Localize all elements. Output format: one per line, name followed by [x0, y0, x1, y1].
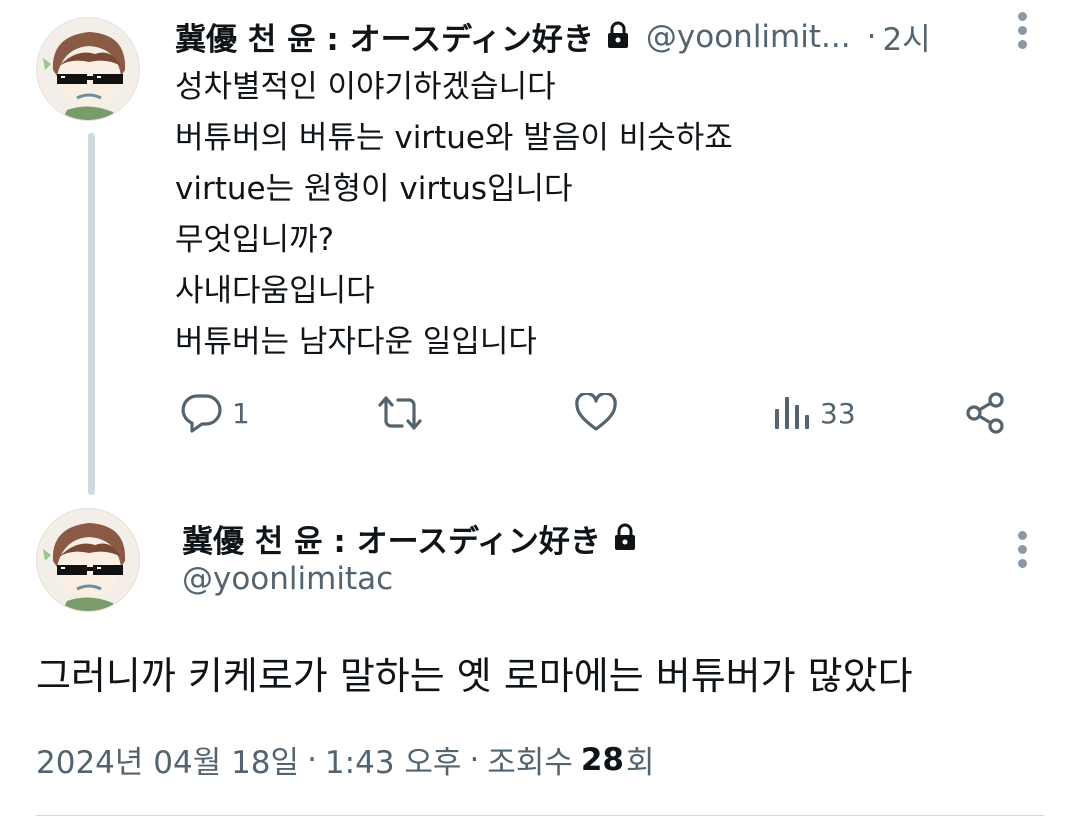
post2-header: 冀優 천 윤 : オースディン好き [182, 516, 637, 561]
handle[interactable]: @yoonlimit... [646, 19, 851, 55]
views-count: 33 [820, 396, 856, 430]
more-icon[interactable] [1018, 531, 1030, 573]
lock-icon [613, 523, 637, 555]
views-icon [775, 397, 809, 429]
separator-dot: · [307, 741, 317, 778]
post-line: 버튜버의 버튜는 virtue와 발음이 비슷하죠 [175, 120, 733, 156]
share-button[interactable] [964, 391, 1008, 435]
thread-line [88, 133, 95, 495]
views-label: 조회수 [487, 745, 573, 781]
post-line: 성차별적인 이야기하겠습니다 [175, 69, 556, 105]
reply-icon [181, 394, 222, 433]
display-name[interactable]: 冀優 천 윤 : オースディン好き [175, 14, 594, 59]
display-name[interactable]: 冀優 천 윤 : オースディン好き [182, 516, 601, 561]
separator-dot: · [866, 18, 877, 55]
post-line: 버튜버는 남자다운 일입니다 [175, 324, 537, 360]
handle[interactable]: @yoonlimitac [182, 561, 393, 597]
avatar[interactable] [36, 17, 140, 121]
reply-count: 1 [232, 396, 250, 430]
like-button[interactable] [574, 393, 626, 433]
post1-header: 冀優 천 윤 : オースディン好き @yoonlimit... · 2시 [175, 14, 931, 59]
views-count: 28 [580, 741, 624, 778]
avatar-image [37, 18, 139, 120]
more-icon[interactable] [1018, 12, 1030, 54]
reply-button[interactable]: 1 [180, 392, 250, 434]
post1-body: 성차별적인 이야기하겠습니다 버튜버의 버튜는 virtue와 발음이 비슷하죠… [175, 62, 733, 368]
post-line: virtue는 원형이 virtus입니다 [175, 171, 573, 207]
like-icon [575, 393, 617, 431]
avatar-image [37, 509, 139, 611]
post-line: 무엇입니까? [175, 222, 335, 258]
post2-meta: 2024년 04월 18일 · 1:43 오후 · 조회수 28 회 [36, 737, 655, 782]
divider [36, 815, 1044, 816]
post-date[interactable]: 2024년 04월 18일 [36, 737, 299, 782]
avatar[interactable] [36, 508, 140, 612]
repost-icon [378, 396, 422, 430]
share-icon [966, 392, 1004, 434]
separator-dot: · [469, 741, 480, 778]
post2-handle-row: @yoonlimitac [182, 561, 393, 597]
views-button[interactable]: 33 [772, 393, 856, 433]
lock-icon [606, 21, 630, 53]
post1-actions: 1 33 [0, 388, 1080, 438]
post-line: 사내다움입니다 [175, 273, 375, 309]
repost-button[interactable] [374, 393, 434, 433]
post-time[interactable]: 2시 [882, 14, 930, 59]
post2-text: 그러니까 키케로가 말하는 옛 로마에는 버튜버가 많았다 [36, 654, 913, 698]
post-time[interactable]: 1:43 오후 [325, 737, 462, 782]
views-suffix: 회 [626, 745, 655, 781]
